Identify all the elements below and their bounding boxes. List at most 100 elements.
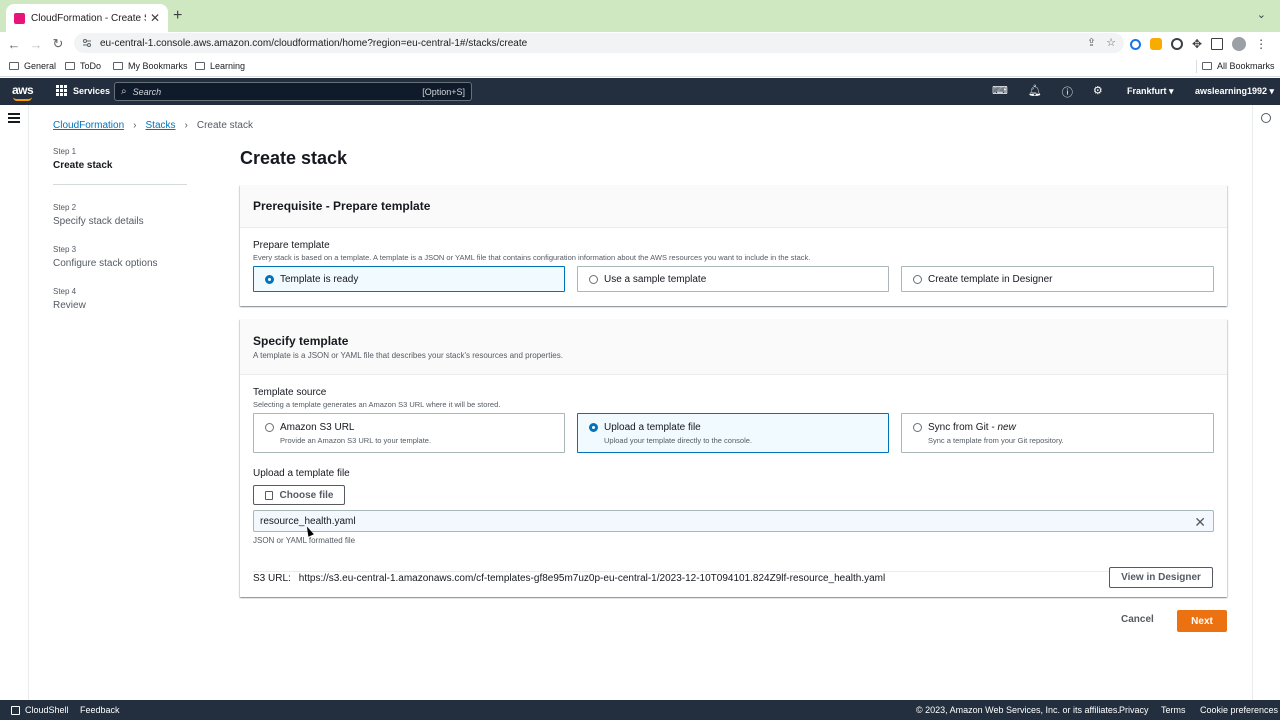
bookmark-todo[interactable]: ToDo bbox=[65, 61, 101, 71]
next-button[interactable]: Next bbox=[1177, 610, 1227, 632]
radio-selected bbox=[589, 423, 598, 432]
extensions-puzzle-icon[interactable]: ✥ bbox=[1192, 37, 1202, 51]
radio-unselected bbox=[265, 423, 274, 432]
upload-icon bbox=[264, 490, 273, 500]
extension-icon[interactable] bbox=[1150, 38, 1162, 50]
services-menu[interactable]: Services bbox=[56, 85, 110, 96]
all-bookmarks[interactable]: All Bookmarks bbox=[1202, 61, 1275, 71]
radio-unselected bbox=[913, 423, 922, 432]
console-search-input[interactable]: ⌕ Search [Option+S] bbox=[114, 82, 472, 101]
cloudformation-favicon-icon bbox=[14, 12, 25, 24]
bookmarks-separator bbox=[1196, 60, 1197, 73]
search-icon: ⌕ bbox=[121, 86, 127, 97]
share-icon[interactable]: ⇪ bbox=[1087, 36, 1096, 49]
browser-menu-icon[interactable]: ⋮ bbox=[1255, 37, 1267, 51]
extension-icon[interactable] bbox=[1130, 38, 1141, 50]
option-upload-template-file[interactable]: Upload a template file Upload your templ… bbox=[577, 413, 889, 453]
side-nav-divider bbox=[28, 105, 29, 700]
tab-title: CloudFormation - Create Stac bbox=[31, 12, 146, 24]
nav-utility-icons: ⌨ 🔔︎ ⓘ ⚙ bbox=[992, 84, 1103, 100]
tools-panel-info-icon[interactable] bbox=[1261, 113, 1271, 123]
wizard-step-1: Step 1 Create stack bbox=[53, 147, 187, 185]
breadcrumb-stacks[interactable]: Stacks bbox=[146, 120, 176, 131]
bookmark-learning[interactable]: Learning bbox=[195, 61, 245, 71]
wizard-step-3: Step 3 Configure stack options bbox=[53, 245, 158, 269]
specify-template-title: Specify template bbox=[253, 334, 349, 348]
tools-panel-divider bbox=[1252, 105, 1253, 700]
site-info-icon[interactable] bbox=[82, 38, 92, 48]
region-selector[interactable]: Frankfurt ▾ bbox=[1127, 86, 1174, 97]
prerequisite-panel: Prerequisite - Prepare template Prepare … bbox=[240, 185, 1227, 306]
address-bar-row: ← → ↻ eu-central-1.console.aws.amazon.co… bbox=[0, 32, 1280, 56]
back-icon[interactable]: ← bbox=[3, 37, 25, 52]
remove-file-icon[interactable]: ✕ bbox=[1194, 514, 1206, 531]
selected-file-token: resource_health.yaml ✕ bbox=[253, 510, 1214, 532]
specify-template-panel: Specify template A template is a JSON or… bbox=[240, 319, 1227, 597]
divider bbox=[253, 571, 1214, 572]
radio-selected bbox=[265, 274, 274, 284]
option-create-in-designer[interactable]: Create template in Designer bbox=[901, 266, 1214, 292]
extension-sync-icon[interactable] bbox=[1171, 38, 1183, 50]
option-sync-from-git[interactable]: Sync from Git - new Sync a template from… bbox=[901, 413, 1214, 453]
breadcrumb-current: Create stack bbox=[196, 120, 253, 131]
side-panel-icon[interactable] bbox=[1211, 38, 1224, 50]
breadcrumb-cloudformation[interactable]: CloudFormation bbox=[53, 120, 124, 131]
prerequisite-title: Prerequisite - Prepare template bbox=[253, 199, 431, 213]
forward-icon[interactable]: → bbox=[25, 37, 47, 52]
folder-icon bbox=[195, 62, 205, 70]
wizard-steps: Step 1 Create stack Step 2 Specify stack… bbox=[53, 147, 187, 329]
cloudshell-icon bbox=[11, 705, 20, 715]
new-tab-icon[interactable]: + bbox=[173, 7, 182, 25]
search-shortcut: [Option+S] bbox=[422, 86, 465, 97]
radio-unselected bbox=[913, 274, 922, 284]
cookie-preferences-link[interactable]: Cookie preferences bbox=[1200, 705, 1278, 715]
option-use-sample-template[interactable]: Use a sample template bbox=[577, 266, 889, 292]
folder-icon bbox=[65, 62, 75, 70]
reload-icon[interactable]: ↻ bbox=[47, 36, 69, 52]
help-icon[interactable]: ⓘ bbox=[1062, 84, 1073, 100]
notifications-bell-icon[interactable]: 🔔︎ bbox=[1028, 84, 1042, 100]
browser-tab[interactable]: CloudFormation - Create Stac ✕ bbox=[6, 4, 168, 32]
account-menu[interactable]: awslearning1992 ▾ bbox=[1195, 86, 1274, 97]
option-template-is-ready[interactable]: Template is ready bbox=[253, 266, 565, 292]
bookmark-general[interactable]: General bbox=[9, 61, 56, 71]
side-nav-menu-icon[interactable] bbox=[8, 113, 20, 125]
new-badge: new bbox=[997, 422, 1016, 433]
aws-logo-smile bbox=[13, 97, 32, 101]
url-text: eu-central-1.console.aws.amazon.com/clou… bbox=[100, 37, 528, 49]
prerequisite-panel-header: Prerequisite - Prepare template bbox=[240, 185, 1227, 228]
console-footer: CloudShell Feedback © 2023, Amazon Web S… bbox=[0, 700, 1280, 720]
url-bar[interactable]: eu-central-1.console.aws.amazon.com/clou… bbox=[74, 33, 1124, 53]
chevron-right-icon: › bbox=[133, 120, 137, 131]
wizard-step-4: Step 4 Review bbox=[53, 287, 86, 311]
choose-file-button[interactable]: Choose file bbox=[253, 485, 345, 505]
cloudshell-icon[interactable]: ⌨ bbox=[992, 84, 1008, 100]
option-amazon-s3-url[interactable]: Amazon S3 URL Provide an Amazon S3 URL t… bbox=[253, 413, 565, 453]
bookmark-my-bookmarks[interactable]: My Bookmarks bbox=[113, 61, 188, 71]
settings-gear-icon[interactable]: ⚙ bbox=[1093, 84, 1103, 100]
breadcrumb: CloudFormation › Stacks › Create stack bbox=[53, 120, 253, 131]
aws-logo[interactable]: aws bbox=[12, 83, 34, 97]
bookmark-star-icon[interactable]: ☆ bbox=[1106, 36, 1116, 49]
feedback-link[interactable]: Feedback bbox=[80, 705, 120, 715]
services-grid-icon bbox=[56, 85, 67, 96]
prepare-template-field: Prepare template Every stack is based on… bbox=[253, 240, 811, 262]
s3-url-label: S3 URL: bbox=[253, 573, 291, 584]
s3-url-value: https://s3.eu-central-1.amazonaws.com/cf… bbox=[298, 573, 886, 584]
view-in-designer-button[interactable]: View in Designer bbox=[1109, 567, 1213, 588]
tab-search-chevron-icon[interactable]: ⌄ bbox=[1257, 8, 1266, 21]
profile-avatar[interactable] bbox=[1232, 37, 1247, 51]
close-tab-icon[interactable]: ✕ bbox=[150, 11, 160, 25]
upload-template-label: Upload a template file bbox=[253, 468, 350, 479]
search-placeholder: Search bbox=[132, 86, 162, 97]
cancel-button[interactable]: Cancel bbox=[1121, 614, 1154, 625]
extensions-area: ✥ ⋮ bbox=[1130, 37, 1267, 51]
terms-link[interactable]: Terms bbox=[1161, 705, 1186, 715]
browser-tab-bar: CloudFormation - Create Stac ✕ + ⌄ bbox=[0, 0, 1280, 32]
specify-template-header: Specify template A template is a JSON or… bbox=[240, 319, 1227, 375]
cloudshell-link[interactable]: CloudShell bbox=[11, 705, 69, 715]
privacy-link[interactable]: Privacy bbox=[1119, 705, 1149, 715]
s3-url-row: S3 URL: https://s3.eu-central-1.amazonaw… bbox=[253, 573, 885, 584]
template-source-field: Template source Selecting a template gen… bbox=[253, 387, 501, 409]
bookmarks-bar: General ToDo My Bookmarks Learning All B… bbox=[0, 56, 1280, 77]
